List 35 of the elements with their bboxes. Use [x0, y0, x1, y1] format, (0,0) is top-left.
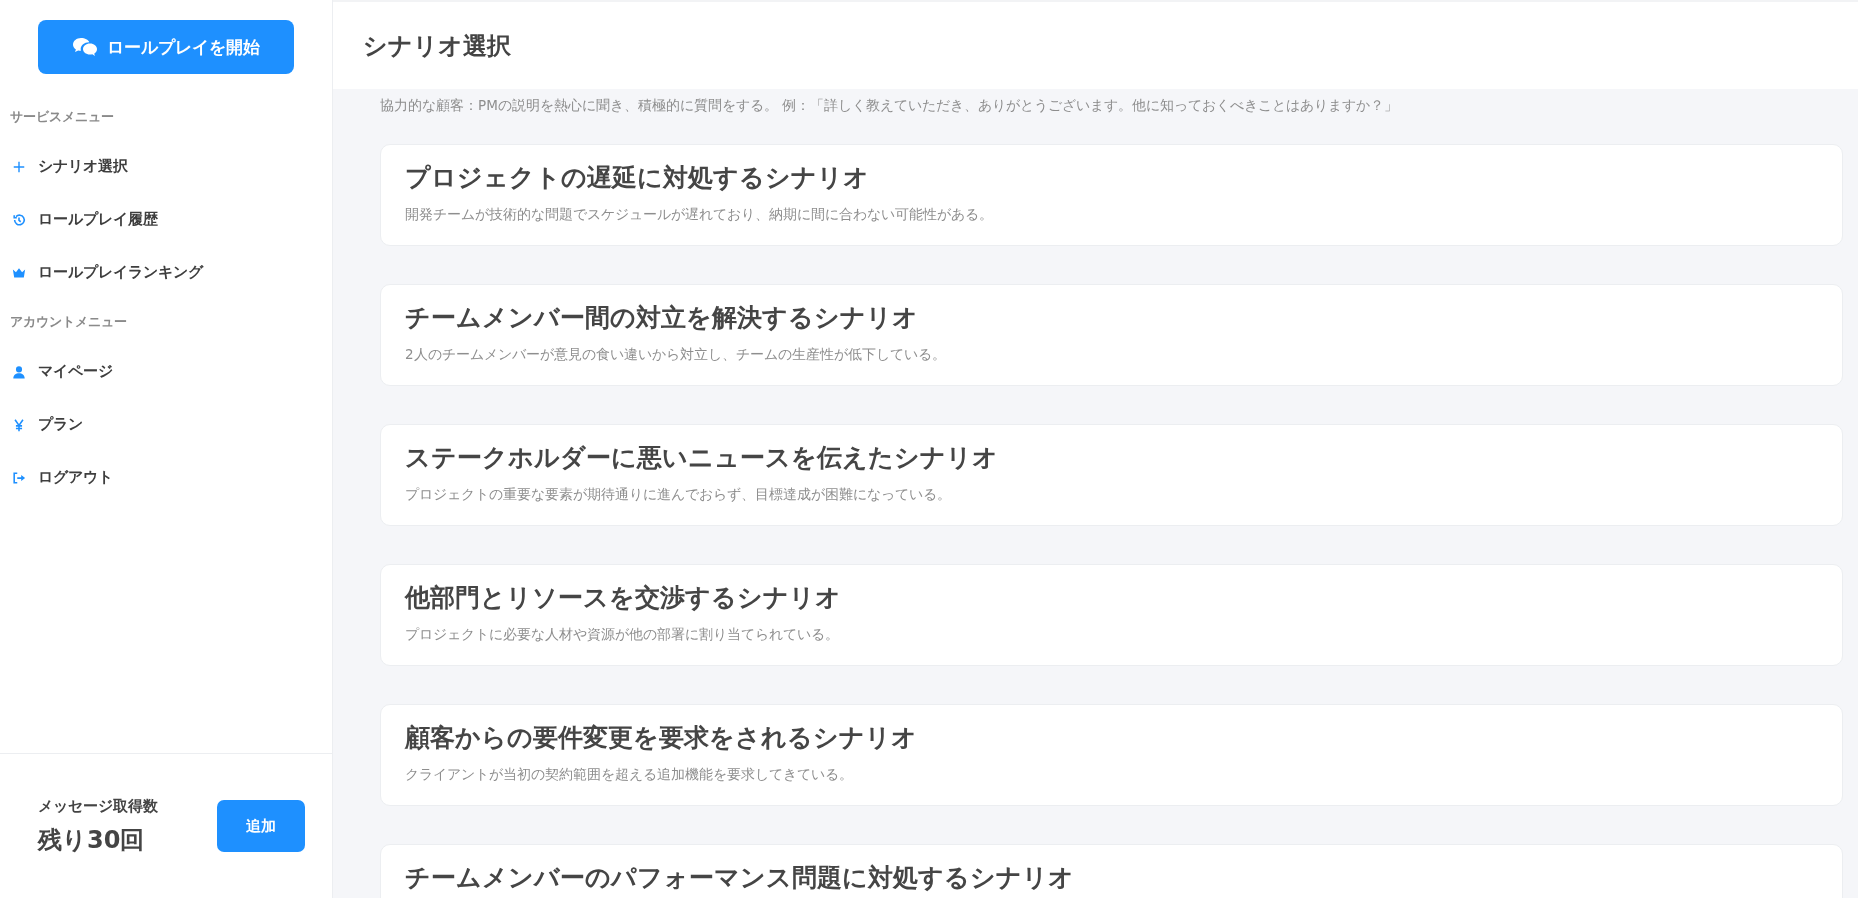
scenario-intro: 協力的な顧客：PMの説明を熱心に聞き、積極的に質問をする。 例：「詳しく教えていただき、ありがとうございます。他に知っておくべきことはありますか？」 [380, 97, 1400, 115]
scenario-title: 顧客からの要件変更を要求をされるシナリオ [405, 722, 918, 754]
scenario-description: プロジェクトの重要な要素が期待通りに進んでおらず、目標達成が困難になっている。 [405, 486, 952, 504]
scenario-title: プロジェクトの遅延に対処するシナリオ [405, 162, 870, 194]
scenario-card[interactable]: チームメンバー間の対立を解決するシナリオ 2人のチームメンバーが意見の食い違いから対立し、チームの生産性が低下している。 [380, 284, 1843, 386]
history-icon [12, 212, 26, 227]
quota-label: メッセージ取得数 [38, 796, 158, 816]
scenario-card[interactable]: チームメンバーのパフォーマンス問題に対処するシナリオ [380, 844, 1843, 898]
plus-icon [12, 159, 26, 174]
chat-bubbles-icon [72, 37, 97, 57]
scenario-title: チームメンバーのパフォーマンス問題に対処するシナリオ [405, 862, 1075, 894]
menu-item[interactable]: プラン [0, 398, 332, 451]
scenario-title: 他部門とリソースを交渉するシナリオ [405, 582, 842, 614]
page-title: シナリオ選択 [363, 30, 511, 62]
scenario-card[interactable]: 顧客からの要件変更を要求をされるシナリオ クライアントが当初の契約範囲を超える追加機能を要求してきている。 [380, 704, 1843, 806]
scenario-card[interactable]: プロジェクトの遅延に対処するシナリオ 開発チームが技術的な問題でスケジュールが遅れており、納期に間に合わない可能性がある。 [380, 144, 1843, 246]
scenario-card[interactable]: 他部門とリソースを交渉するシナリオ プロジェクトに必要な人材や資源が他の部署に割り当てられている。 [380, 564, 1843, 666]
remaining-count: 残り30回 [38, 824, 146, 856]
menu-item[interactable]: ロールプレイ履歴 [0, 193, 332, 246]
menu-item[interactable]: マイページ [0, 345, 332, 398]
user-icon [12, 364, 26, 379]
scenario-card[interactable]: ステークホルダーに悪いニュースを伝えたシナリオ プロジェクトの重要な要素が期待通りに進んでおらず、目標達成が困難になっている。 [380, 424, 1843, 526]
menu-heading: サービスメニュー [9, 108, 115, 126]
scenario-description: 開発チームが技術的な問題でスケジュールが遅れており、納期に間に合わない可能性がある。 [405, 206, 994, 224]
scenario-description: クライアントが当初の契約範囲を超える追加機能を要求してきている。 [405, 766, 854, 784]
menu-item[interactable]: ログアウト [0, 451, 332, 504]
menu-item[interactable]: シナリオ選択 [0, 140, 332, 193]
scenario-description: プロジェクトに必要な人材や資源が他の部署に割り当てられている。 [405, 626, 840, 644]
logout-icon [12, 470, 26, 485]
menu-heading: アカウントメニュー [9, 313, 128, 331]
scenario-title: チームメンバー間の対立を解決するシナリオ [405, 302, 919, 334]
menu-item[interactable]: ロールプレイランキング [0, 246, 332, 299]
yen-icon [12, 417, 26, 432]
scenario-description: 2人のチームメンバーが意見の食い違いから対立し、チームの生産性が低下している。 [405, 346, 947, 364]
scenario-title: ステークホルダーに悪いニュースを伝えたシナリオ [405, 442, 999, 474]
